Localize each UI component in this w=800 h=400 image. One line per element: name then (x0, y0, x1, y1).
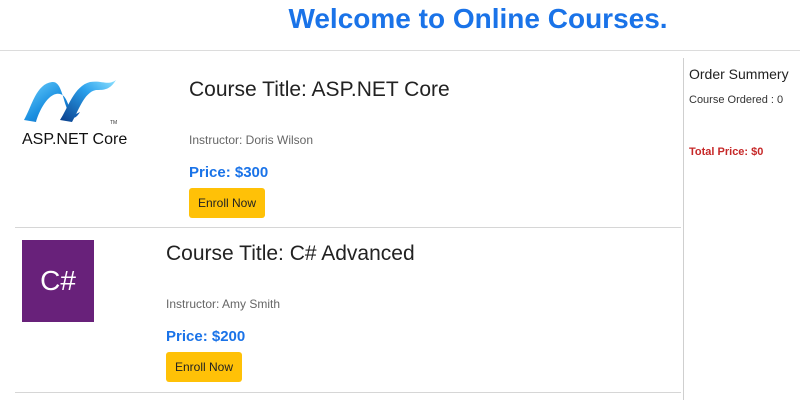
course-title: Course Title: C# Advanced (166, 242, 415, 265)
course-list: TM ASP.NET Core Course Title: ASP.NET Co… (0, 51, 683, 400)
course-instructor: Instructor: Doris Wilson (189, 133, 314, 147)
order-summary-title: Order Summery (689, 66, 789, 82)
course-card-aspnet: TM ASP.NET Core Course Title: ASP.NET Co… (15, 51, 681, 228)
course-card-csharp: C# Course Title: C# Advanced Instructor:… (15, 228, 681, 393)
header: Welcome to Online Courses. (0, 0, 800, 51)
course-price: Price: $300 (189, 164, 269, 181)
total-price: Total Price: $0 (689, 146, 764, 158)
aspnet-logo-label: ASP.NET Core (22, 131, 128, 148)
course-price: Price: $200 (166, 328, 246, 345)
courses-ordered-count: Course Ordered : 0 (689, 94, 784, 106)
sidebar-divider (683, 58, 684, 400)
svg-text:TM: TM (110, 120, 117, 126)
csharp-logo-icon: C# (22, 240, 94, 322)
order-summary: Order Summery Course Ordered : 0 Total P… (689, 58, 800, 400)
enroll-button[interactable]: Enroll Now (166, 352, 243, 382)
course-title: Course Title: ASP.NET Core (189, 78, 450, 101)
aspnet-logo: TM ASP.NET Core (22, 76, 132, 156)
enroll-button[interactable]: Enroll Now (189, 188, 266, 218)
page: Welcome to Online Courses. TM ASP.NET Co… (0, 0, 800, 400)
page-title: Welcome to Online Courses. (288, 3, 668, 34)
aspnet-logo-icon: TM (24, 80, 117, 126)
course-instructor: Instructor: Amy Smith (166, 297, 281, 311)
